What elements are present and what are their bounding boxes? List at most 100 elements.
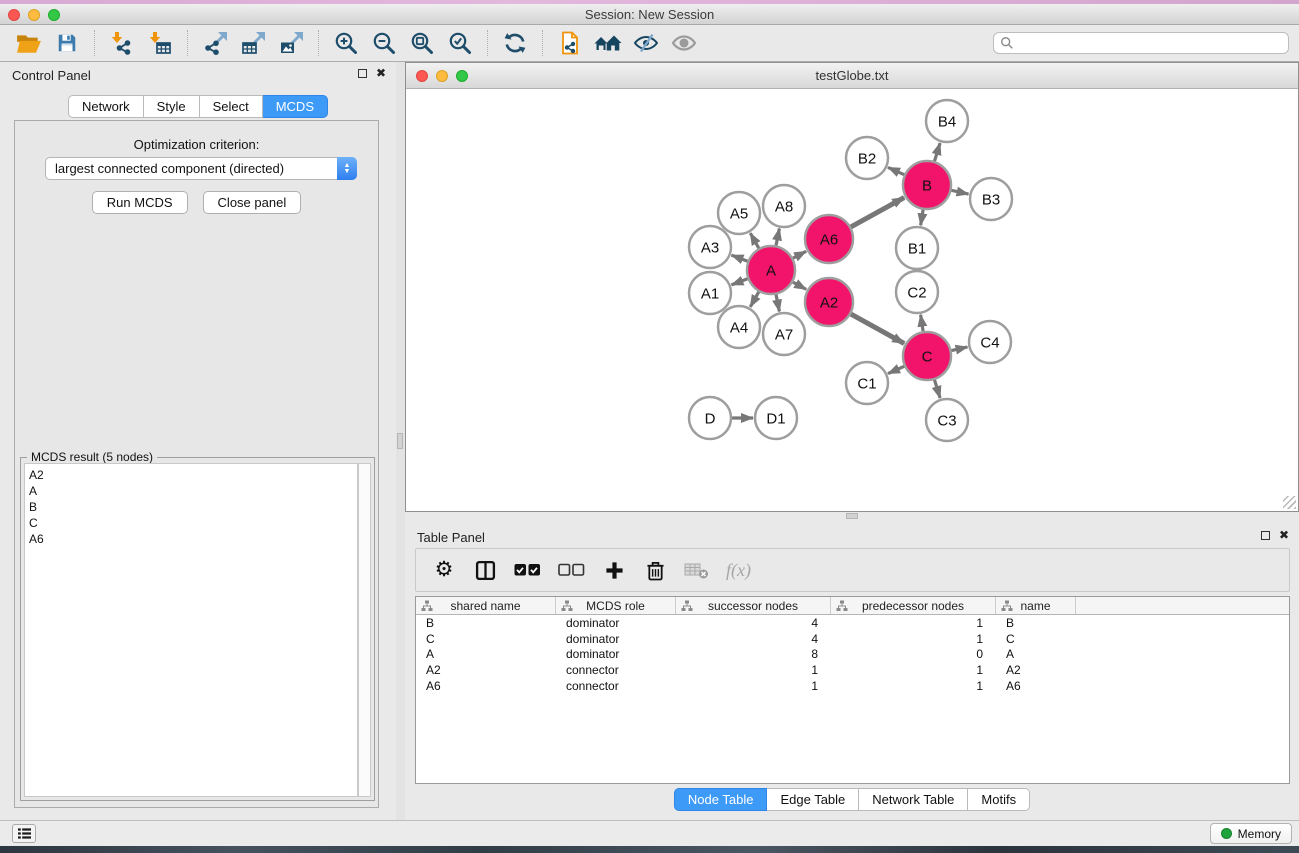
- graph-node-B1[interactable]: B1: [896, 227, 938, 269]
- tab-node-table[interactable]: Node Table: [674, 788, 768, 811]
- tab-network[interactable]: Network: [68, 95, 144, 118]
- table-options-button[interactable]: ⚙: [432, 557, 456, 583]
- graph-edge-A-A2[interactable]: [793, 282, 806, 289]
- graph-node-A4[interactable]: A4: [718, 306, 760, 348]
- graph-node-B[interactable]: B: [903, 161, 951, 209]
- save-session-button[interactable]: [48, 28, 86, 58]
- select-all-button[interactable]: [514, 557, 541, 583]
- float-panel-icon[interactable]: [358, 69, 367, 78]
- add-row-button[interactable]: [602, 557, 626, 583]
- toolbar-search[interactable]: [993, 32, 1289, 54]
- tab-edge-table[interactable]: Edge Table: [767, 788, 859, 811]
- export-table-button[interactable]: [234, 28, 272, 58]
- search-input[interactable]: [1014, 36, 1282, 50]
- graph-node-C2[interactable]: C2: [896, 271, 938, 313]
- graph-node-A6[interactable]: A6: [805, 215, 853, 263]
- graph-edge-A-A7[interactable]: [776, 295, 779, 312]
- column-header[interactable]: name: [996, 597, 1076, 614]
- birds-eye-view-button[interactable]: [665, 28, 703, 58]
- close-panel-icon[interactable]: ✖: [376, 68, 386, 78]
- graph-edge-B-B4[interactable]: [935, 143, 941, 161]
- table-row[interactable]: Bdominator41B: [416, 615, 1289, 631]
- column-header[interactable]: MCDS role: [556, 597, 676, 614]
- graphics-details-button[interactable]: [627, 28, 665, 58]
- import-network-button[interactable]: [103, 28, 141, 58]
- graph-edge-A-A4[interactable]: [750, 292, 759, 307]
- deselect-all-button[interactable]: [558, 557, 585, 583]
- graph-node-A8[interactable]: A8: [763, 185, 805, 227]
- divider-grip[interactable]: [846, 513, 858, 519]
- graph-node-C4[interactable]: C4: [969, 321, 1011, 363]
- tab-style[interactable]: Style: [144, 95, 200, 118]
- list-item[interactable]: A: [29, 483, 357, 499]
- tab-motifs[interactable]: Motifs: [968, 788, 1030, 811]
- graph-node-A7[interactable]: A7: [763, 313, 805, 355]
- network-canvas[interactable]: B4 B2 B B3 A8A5 A6 A3 B1 A C2 A1 A2 A4A7 C4 C C1 C3 D D1: [406, 89, 1298, 511]
- graph-node-B4[interactable]: B4: [926, 100, 968, 142]
- refresh-view-button[interactable]: [496, 28, 534, 58]
- zoom-selected-button[interactable]: [441, 28, 479, 58]
- graph-edge-A-A6[interactable]: [793, 251, 806, 258]
- table-row[interactable]: Adominator80A: [416, 646, 1289, 662]
- table-row[interactable]: Cdominator41C: [416, 631, 1289, 647]
- graph-edge-C-C2[interactable]: [921, 315, 924, 332]
- graph-node-B3[interactable]: B3: [970, 178, 1012, 220]
- tab-mcds[interactable]: MCDS: [263, 95, 328, 118]
- graph-edge-C-C1[interactable]: [888, 366, 904, 373]
- graph-edge-A-A1[interactable]: [732, 279, 748, 285]
- graph-node-D1[interactable]: D1: [755, 397, 797, 439]
- graph-node-A5[interactable]: A5: [718, 192, 760, 234]
- graph-edge-A-A8[interactable]: [776, 229, 779, 246]
- zoom-in-button[interactable]: [327, 28, 365, 58]
- graph-edge-B-B2[interactable]: [888, 167, 904, 174]
- graph-edge-A2-C[interactable]: [851, 314, 904, 343]
- zoom-out-button[interactable]: [365, 28, 403, 58]
- horizontal-split-divider[interactable]: [405, 512, 1299, 520]
- graph-node-B2[interactable]: B2: [846, 137, 888, 179]
- graph-node-A[interactable]: A: [747, 246, 795, 294]
- graph-edge-A-A5[interactable]: [750, 233, 759, 248]
- graph-node-C1[interactable]: C1: [846, 362, 888, 404]
- vertical-split-divider[interactable]: [396, 62, 405, 820]
- import-table-button[interactable]: [141, 28, 179, 58]
- list-item[interactable]: A6: [29, 531, 357, 547]
- delete-row-button[interactable]: [643, 557, 667, 583]
- graph-edge-A-A3[interactable]: [732, 255, 748, 261]
- close-panel-button[interactable]: Close panel: [203, 191, 302, 214]
- function-builder-button[interactable]: f(x): [726, 557, 751, 583]
- table-row[interactable]: A2connector11A2: [416, 662, 1289, 678]
- list-item[interactable]: C: [29, 515, 357, 531]
- show-columns-button[interactable]: [473, 557, 497, 583]
- graph-node-C[interactable]: C: [903, 332, 951, 380]
- open-session-button[interactable]: [10, 28, 48, 58]
- export-network-button[interactable]: [196, 28, 234, 58]
- export-image-button[interactable]: [272, 28, 310, 58]
- result-scrollbar[interactable]: [358, 463, 371, 797]
- memory-button[interactable]: Memory: [1210, 823, 1292, 844]
- graph-edge-B-B3[interactable]: [951, 190, 968, 194]
- new-network-view-button[interactable]: [551, 28, 589, 58]
- graph-edge-A6-B[interactable]: [851, 198, 904, 227]
- network-overview-button[interactable]: [589, 28, 627, 58]
- criterion-dropdown[interactable]: largest connected component (directed) ▲…: [45, 157, 357, 180]
- column-header[interactable]: predecessor nodes: [831, 597, 996, 614]
- show-panel-menu-button[interactable]: [12, 824, 36, 843]
- tab-network-table[interactable]: Network Table: [859, 788, 968, 811]
- table-row[interactable]: A6connector11A6: [416, 678, 1289, 694]
- graph-node-A3[interactable]: A3: [689, 226, 731, 268]
- graph-edge-B-B1[interactable]: [921, 210, 924, 226]
- run-mcds-button[interactable]: Run MCDS: [92, 191, 188, 214]
- window-resize-grip[interactable]: [1283, 496, 1296, 509]
- delete-table-button[interactable]: [684, 557, 709, 583]
- graph-node-A2[interactable]: A2: [805, 278, 853, 326]
- graph-edge-C-C3[interactable]: [935, 380, 941, 398]
- tab-select[interactable]: Select: [200, 95, 263, 118]
- list-item[interactable]: A2: [29, 467, 357, 483]
- graph-node-D[interactable]: D: [689, 397, 731, 439]
- graph-node-A1[interactable]: A1: [689, 272, 731, 314]
- graph-node-C3[interactable]: C3: [926, 399, 968, 441]
- zoom-fit-button[interactable]: [403, 28, 441, 58]
- float-panel-icon[interactable]: [1261, 531, 1270, 540]
- list-item[interactable]: B: [29, 499, 357, 515]
- close-panel-icon[interactable]: ✖: [1279, 530, 1289, 540]
